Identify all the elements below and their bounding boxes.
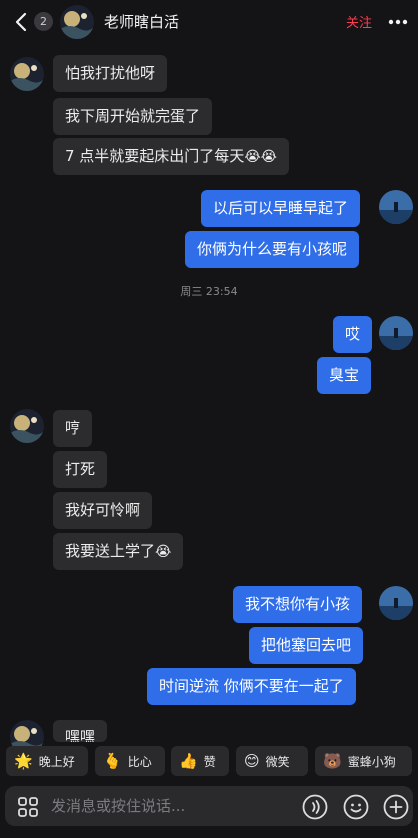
- quick-reply-good-evening[interactable]: 🌟 晚上好: [6, 746, 88, 776]
- message-bubble[interactable]: 你俩为什么要有小孩呢: [185, 231, 360, 268]
- message-bubble[interactable]: 我不想你有小孩: [233, 586, 363, 623]
- quick-reply-smile[interactable]: 😊 微笑: [236, 746, 308, 776]
- smile-icon: 😊: [244, 751, 260, 770]
- more-dots-icon: [388, 19, 408, 25]
- more-button[interactable]: [386, 10, 410, 34]
- my-avatar[interactable]: [379, 316, 413, 350]
- unread-count-badge: 2: [34, 12, 53, 31]
- thumbs-up-icon: 👍: [179, 751, 198, 770]
- my-avatar[interactable]: [379, 190, 413, 224]
- emoji-icon: [343, 794, 369, 820]
- message-text: 我要送上学了: [65, 542, 156, 560]
- chat-title: 老师瞎白活: [104, 13, 180, 31]
- message-bubble[interactable]: 我好可怜啊: [53, 492, 153, 529]
- plus-button[interactable]: [383, 794, 409, 820]
- quick-reply-heart[interactable]: 🫰 比心: [95, 746, 165, 776]
- chevron-left-icon: [15, 12, 27, 32]
- emoji-button[interactable]: [343, 794, 369, 820]
- follow-button[interactable]: 关注: [346, 12, 372, 31]
- message-bubble[interactable]: 嘿嘿: [53, 720, 108, 742]
- bear-icon: 🐻: [323, 751, 342, 770]
- message-bubble[interactable]: 臭宝: [317, 357, 372, 394]
- message-input[interactable]: [51, 794, 291, 818]
- contact-avatar[interactable]: [10, 409, 44, 443]
- message-bubble[interactable]: 打死: [53, 451, 108, 488]
- quick-reply-bee-dog[interactable]: 🐻 蜜蜂小狗: [315, 746, 412, 776]
- message-bubble[interactable]: 怕我打扰他呀: [53, 55, 168, 92]
- input-bar: [5, 786, 413, 826]
- crying-emoji: 😭😭: [244, 149, 278, 165]
- crying-emoji: 😭: [155, 544, 172, 560]
- my-avatar[interactable]: [379, 586, 413, 620]
- back-button[interactable]: [12, 10, 30, 34]
- message-bubble[interactable]: 7 点半就要起床出门了每天😭😭: [53, 138, 290, 175]
- chat-header: 2 老师瞎白活 关注: [0, 0, 418, 44]
- message-bubble[interactable]: 哎: [333, 316, 373, 353]
- quick-reply-like[interactable]: 👍 赞: [171, 746, 229, 776]
- heart-hand-icon: 🫰: [103, 751, 122, 770]
- message-bubble[interactable]: 时间逆流 你俩不要在一起了: [147, 668, 356, 705]
- message-bubble[interactable]: 以后可以早睡早起了: [201, 190, 361, 227]
- grid-icon[interactable]: [17, 796, 39, 818]
- contact-avatar[interactable]: [10, 57, 44, 91]
- plus-icon: [383, 794, 409, 820]
- voice-button[interactable]: [302, 794, 328, 820]
- message-bubble[interactable]: 我下周开始就完蛋了: [53, 98, 213, 135]
- voice-icon: [302, 794, 328, 820]
- star-icon: 🌟: [14, 751, 33, 770]
- contact-avatar[interactable]: [60, 5, 94, 39]
- message-text: 7 点半就要起床出门了每天: [65, 147, 245, 165]
- message-bubble[interactable]: 把他塞回去吧: [249, 627, 364, 664]
- message-bubble[interactable]: 我要送上学了😭: [53, 533, 184, 570]
- message-bubble[interactable]: 哼: [53, 410, 93, 447]
- timestamp: 周三 23:54: [180, 285, 238, 298]
